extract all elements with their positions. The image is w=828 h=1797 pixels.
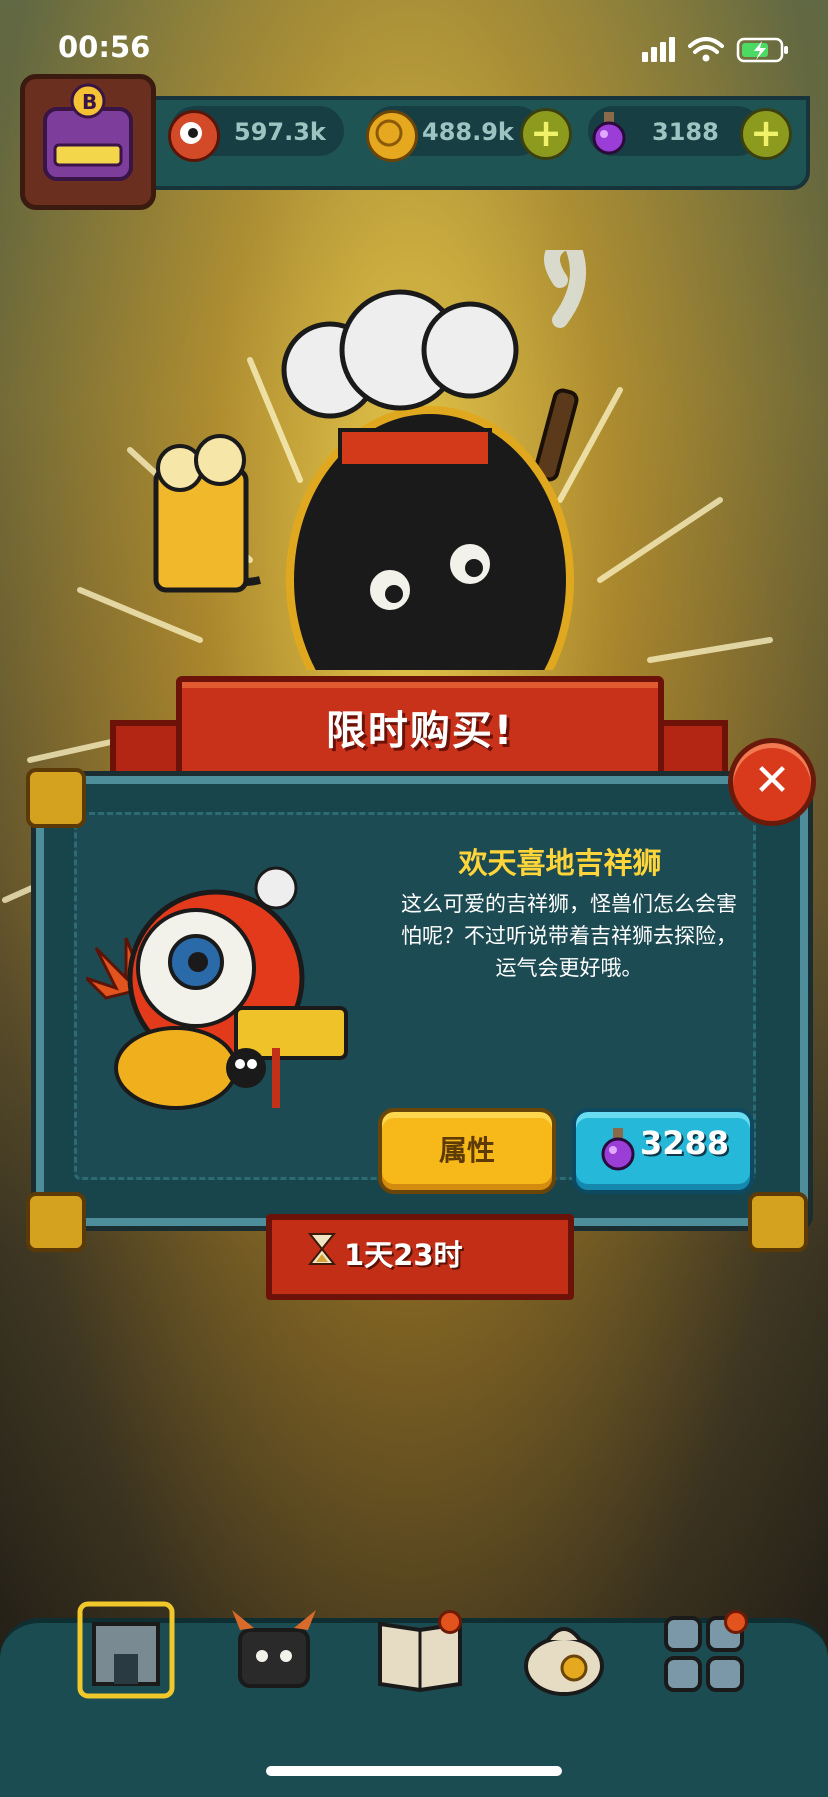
item-name: 欢天喜地吉祥狮 xyxy=(458,846,662,880)
bag-icon xyxy=(524,1627,604,1696)
item-description: 这么可爱的吉祥狮，怪兽们怎么会害 怕呢？不过听说带着吉祥狮去探险， 运气会更好哦… xyxy=(378,888,760,984)
hourglass-icon xyxy=(307,1233,337,1265)
battery-icon xyxy=(736,37,788,63)
wifi-icon xyxy=(688,37,724,54)
grid-notification-badge xyxy=(724,1610,748,1634)
chef-mascot-illustration xyxy=(153,250,586,670)
monster-icon xyxy=(232,1610,316,1688)
close-button[interactable]: ✕ xyxy=(728,738,816,826)
description-line: 怕呢？不过听说带着吉祥狮去探险， xyxy=(401,924,737,948)
potion-value: 3188 xyxy=(652,118,719,146)
eyeball-icon xyxy=(168,110,220,162)
description-line: 这么可爱的吉祥狮，怪兽们怎么会害 xyxy=(401,892,737,916)
player-avatar[interactable]: B xyxy=(20,74,156,210)
description-line: 运气会更好哦。 xyxy=(495,956,643,980)
shop-icon xyxy=(77,1601,175,1699)
corner-bracket-bottom-left xyxy=(26,1192,86,1252)
timer-value: 1天23时 xyxy=(344,1238,463,1272)
corner-bracket-bottom-right xyxy=(748,1192,808,1252)
status-time: 00:56 xyxy=(58,30,151,64)
status-icons xyxy=(642,34,792,68)
nav-bag[interactable] xyxy=(514,1600,614,1700)
attributes-button[interactable]: 属性 xyxy=(378,1108,556,1194)
monster-avatar-icon: B xyxy=(43,83,133,181)
nav-shop[interactable] xyxy=(76,1600,176,1700)
potion-icon xyxy=(586,110,632,156)
home-indicator[interactable] xyxy=(266,1766,562,1776)
nav-monster[interactable] xyxy=(224,1600,324,1700)
price-value: 3288 xyxy=(640,1124,730,1162)
add-coins-button[interactable]: + xyxy=(520,108,572,160)
eyeball-value: 597.3k xyxy=(234,118,326,146)
lion-dance-head-item xyxy=(86,866,348,1110)
potion-icon xyxy=(601,1128,635,1171)
corner-bracket-top-left xyxy=(26,768,86,828)
add-potions-button[interactable]: + xyxy=(740,108,792,160)
svg-text:B: B xyxy=(82,90,97,114)
signal-icon xyxy=(642,37,675,62)
offer-title: 限时购买! xyxy=(325,708,515,754)
book-notification-badge xyxy=(438,1610,462,1634)
coin-icon xyxy=(366,110,418,162)
coin-value: 488.9k xyxy=(422,118,514,146)
